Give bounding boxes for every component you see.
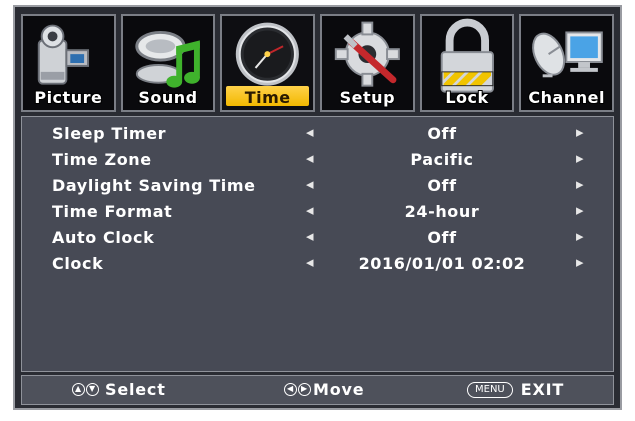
tab-label: Time bbox=[244, 88, 291, 107]
tab-label: Setup bbox=[339, 88, 396, 107]
setting-name: Sleep Timer bbox=[52, 124, 167, 143]
arrow-left-icon[interactable]: ◂ bbox=[306, 175, 314, 193]
arrow-right-icon[interactable]: ▸ bbox=[576, 123, 584, 141]
tab-label: Lock bbox=[445, 88, 489, 107]
menu-tab-bar: Picture Sound Time Setup Lock Channel bbox=[17, 9, 618, 113]
arrow-right-icon[interactable]: ▸ bbox=[576, 227, 584, 245]
tab-channel[interactable]: Channel bbox=[519, 14, 615, 112]
setting-row-time-zone[interactable]: Time Zone ◂ Pacific ▸ bbox=[22, 147, 613, 173]
setting-name: Clock bbox=[52, 254, 104, 273]
setting-value: 24-hour bbox=[404, 202, 480, 221]
arrow-right-icon[interactable]: ▸ bbox=[576, 201, 584, 219]
setting-name: Daylight Saving Time bbox=[52, 176, 256, 195]
setting-value: Off bbox=[427, 124, 457, 143]
arrow-left-icon[interactable]: ◂ bbox=[306, 253, 314, 271]
right-arrow-key-icon: ▶ bbox=[298, 383, 311, 396]
setting-row-daylight-saving-time[interactable]: Daylight Saving Time ◂ Off ▸ bbox=[22, 173, 613, 199]
hint-move: ◀ ▶ Move bbox=[284, 380, 364, 399]
arrow-left-icon[interactable]: ◂ bbox=[306, 123, 314, 141]
left-arrow-key-icon: ◀ bbox=[284, 383, 297, 396]
up-arrow-key-icon: ▲ bbox=[72, 383, 85, 396]
arrow-right-icon[interactable]: ▸ bbox=[576, 253, 584, 271]
tab-label: Sound bbox=[138, 88, 198, 107]
arrow-left-icon[interactable]: ◂ bbox=[306, 149, 314, 167]
setting-name: Time Format bbox=[52, 202, 173, 221]
setting-name: Time Zone bbox=[52, 150, 152, 169]
setting-value: Off bbox=[427, 176, 457, 195]
tab-label: Picture bbox=[34, 88, 103, 107]
setting-row-time-format[interactable]: Time Format ◂ 24-hour ▸ bbox=[22, 199, 613, 225]
setting-value: Pacific bbox=[410, 150, 474, 169]
tab-picture[interactable]: Picture bbox=[21, 14, 116, 112]
menu-key-icon: MENU bbox=[467, 381, 513, 398]
osd-menu-frame: Picture Sound Time Setup Lock Channel Sl… bbox=[13, 5, 622, 410]
setting-value: Off bbox=[427, 228, 457, 247]
arrow-right-icon[interactable]: ▸ bbox=[576, 175, 584, 193]
down-arrow-key-icon: ▼ bbox=[86, 383, 99, 396]
hint-select: ▲ ▼ Select bbox=[72, 380, 166, 399]
footer-hint-bar: ▲ ▼ Select ◀ ▶ Move MENU EXIT bbox=[21, 375, 614, 405]
setting-row-auto-clock[interactable]: Auto Clock ◂ Off ▸ bbox=[22, 225, 613, 251]
arrow-left-icon[interactable]: ◂ bbox=[306, 227, 314, 245]
hint-move-label: Move bbox=[313, 380, 365, 399]
tab-lock[interactable]: Lock bbox=[419, 14, 515, 112]
arrow-left-icon[interactable]: ◂ bbox=[306, 201, 314, 219]
setting-value: 2016/01/01 02:02 bbox=[358, 254, 526, 273]
hint-exit-label: EXIT bbox=[520, 380, 565, 399]
setting-name: Auto Clock bbox=[52, 228, 155, 247]
tab-time[interactable]: Time bbox=[220, 14, 316, 112]
tab-setup[interactable]: Setup bbox=[320, 14, 415, 112]
arrow-right-icon[interactable]: ▸ bbox=[576, 149, 584, 167]
hint-select-label: Select bbox=[105, 380, 166, 399]
tab-label: Channel bbox=[528, 88, 605, 107]
tab-sound[interactable]: Sound bbox=[120, 14, 216, 112]
time-settings-panel: Sleep Timer ◂ Off ▸ Time Zone ◂ Pacific … bbox=[21, 116, 614, 372]
setting-row-sleep-timer[interactable]: Sleep Timer ◂ Off ▸ bbox=[22, 121, 613, 147]
setting-row-clock[interactable]: Clock ◂ 2016/01/01 02:02 ▸ bbox=[22, 251, 613, 277]
hint-exit: MENU EXIT bbox=[467, 380, 564, 399]
